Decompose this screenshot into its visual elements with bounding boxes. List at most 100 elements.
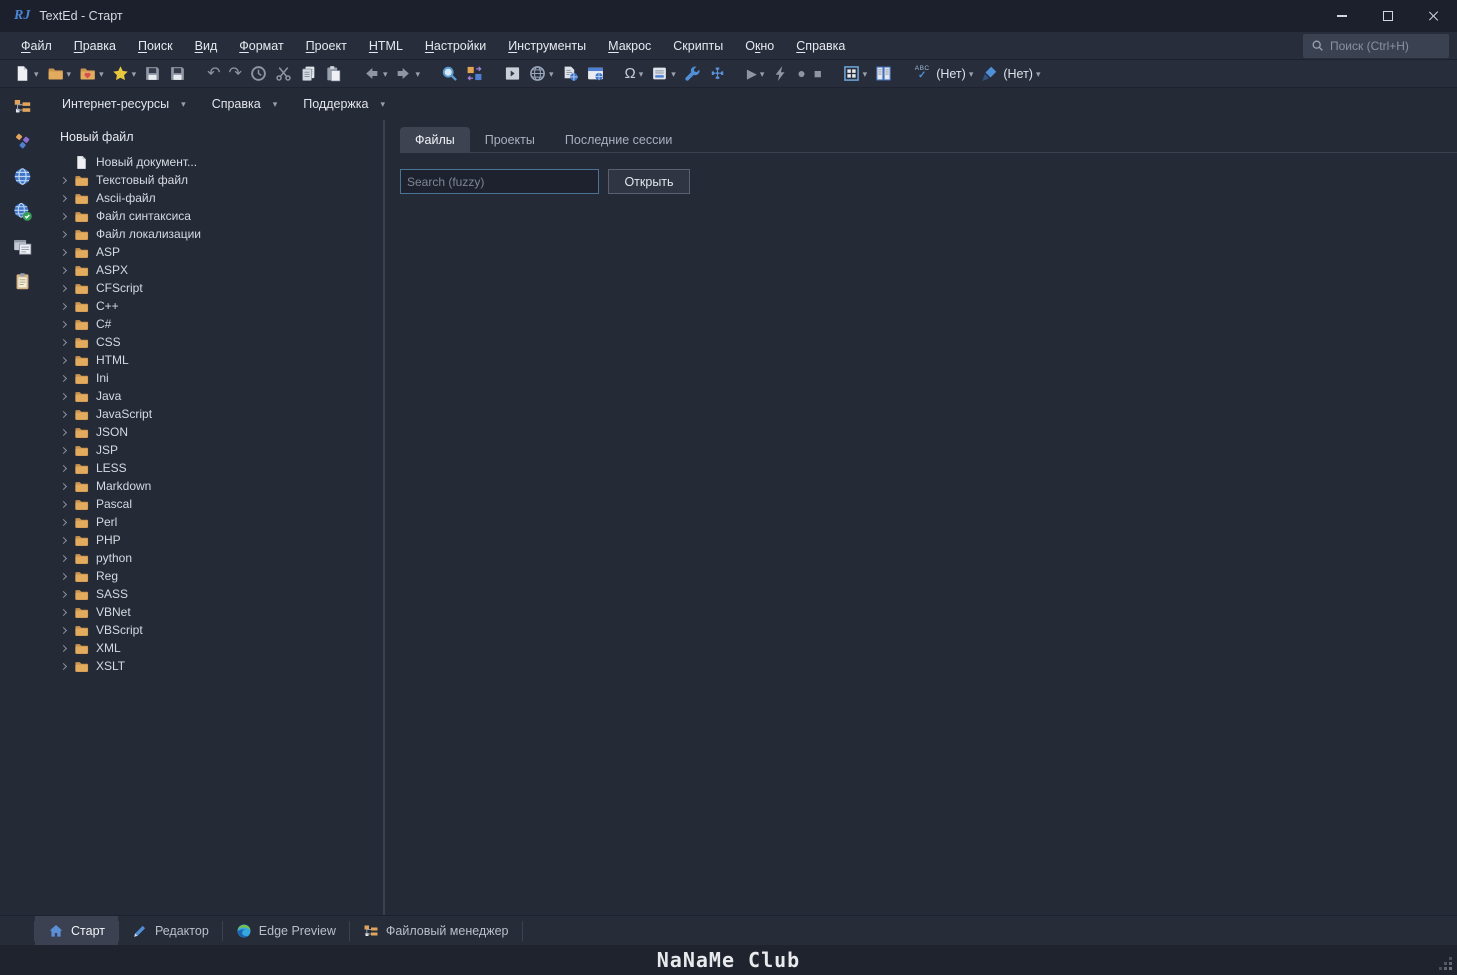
expander-icon[interactable] [56, 302, 71, 310]
history-button[interactable] [246, 62, 271, 86]
open-button[interactable]: Открыть [608, 169, 690, 194]
cut-button[interactable] [271, 62, 296, 86]
dropdown-caret-icon[interactable]: ▾ [760, 69, 765, 79]
plugins-button[interactable] [705, 62, 730, 86]
menu-tools[interactable]: Инструменты [497, 39, 597, 53]
open-favorite-button[interactable]: ▾ [75, 62, 108, 86]
expander-icon[interactable] [56, 338, 71, 346]
stop-macro-button[interactable]: ■ [810, 62, 826, 86]
quickbar-support[interactable]: Поддержка ▾ [290, 97, 398, 111]
menu-edit[interactable]: Правка [63, 39, 127, 53]
menu-project[interactable]: Проект [295, 39, 358, 53]
global-search-input[interactable] [1330, 38, 1441, 53]
tree-item[interactable]: LESS [45, 459, 383, 477]
copy-button[interactable] [296, 62, 321, 86]
dropdown-caret-icon[interactable]: ▾ [380, 99, 385, 109]
tree-item[interactable]: JSON [45, 423, 383, 441]
web-button[interactable] [12, 165, 34, 187]
resize-grip[interactable] [1438, 956, 1452, 970]
tree-item[interactable]: Pascal [45, 495, 383, 513]
expander-icon[interactable] [56, 392, 71, 400]
code-layout-button[interactable]: ▾ [647, 62, 680, 86]
favorites-button[interactable]: ▾ [108, 62, 141, 86]
layout-columns-button[interactable] [871, 62, 896, 86]
expander-icon[interactable] [56, 320, 71, 328]
quickbar-internet-resources[interactable]: Интернет-ресурсы ▾ [49, 97, 199, 111]
tree-item[interactable]: HTML [45, 351, 383, 369]
dropdown-caret-icon[interactable]: ▾ [67, 69, 72, 79]
dropdown-caret-icon[interactable]: ▾ [969, 69, 974, 79]
global-search-box[interactable] [1303, 33, 1449, 58]
tree-item[interactable]: Java [45, 387, 383, 405]
tree-item[interactable]: C# [45, 315, 383, 333]
tab-projects[interactable]: Проекты [470, 127, 550, 153]
expander-icon[interactable] [56, 464, 71, 472]
tree-item[interactable]: VBNet [45, 603, 383, 621]
expander-icon[interactable] [56, 194, 71, 202]
dropdown-caret-icon[interactable]: ▾ [671, 69, 676, 79]
save-button[interactable] [140, 62, 165, 86]
dropdown-caret-icon[interactable]: ▾ [383, 69, 388, 79]
expander-icon[interactable] [56, 518, 71, 526]
search-button[interactable] [437, 62, 462, 86]
tree-item[interactable]: Reg [45, 567, 383, 585]
expander-icon[interactable] [56, 608, 71, 616]
menu-view[interactable]: Вид [184, 39, 229, 53]
tab-files[interactable]: Файлы [400, 127, 470, 153]
tree-item[interactable]: ASP [45, 243, 383, 261]
spellcheck-button[interactable]: ABC ✓ (Нет) ▾ [909, 62, 977, 86]
window-preview-button[interactable] [583, 62, 608, 86]
menu-help[interactable]: Справка [785, 39, 856, 53]
view-tab-edge-preview[interactable]: Edge Preview [223, 916, 349, 946]
tree-item[interactable]: XSLT [45, 657, 383, 675]
tree-item[interactable]: Markdown [45, 477, 383, 495]
tree-item[interactable]: PHP [45, 531, 383, 549]
fuzzy-search-input[interactable] [400, 169, 599, 194]
dropdown-caret-icon[interactable]: ▾ [639, 69, 644, 79]
expander-icon[interactable] [56, 248, 71, 256]
redo-button[interactable]: ↷ [225, 62, 246, 86]
tree-item[interactable]: CFScript [45, 279, 383, 297]
expander-icon[interactable] [56, 662, 71, 670]
preview-button[interactable] [12, 235, 34, 257]
tools-button[interactable] [680, 62, 705, 86]
menu-format[interactable]: Формат [228, 39, 294, 53]
expander-icon[interactable] [56, 626, 71, 634]
expander-icon[interactable] [56, 446, 71, 454]
run-button[interactable]: ▶ ▾ [743, 62, 769, 86]
menu-scripts[interactable]: Скрипты [662, 39, 734, 53]
snippets-button[interactable] [12, 130, 34, 152]
view-tab-editor[interactable]: Редактор [119, 916, 222, 946]
navigate-back-button[interactable]: ▾ [359, 62, 392, 86]
paste-button[interactable] [321, 62, 346, 86]
expander-icon[interactable] [56, 410, 71, 418]
browser-preview-button[interactable]: ▾ [525, 62, 558, 86]
tree-item[interactable]: python [45, 549, 383, 567]
tree-item[interactable]: CSS [45, 333, 383, 351]
tree-item[interactable]: Текстовый файл [45, 171, 383, 189]
expander-icon[interactable] [56, 212, 71, 220]
tree-item[interactable]: JSP [45, 441, 383, 459]
tree-item[interactable]: SASS [45, 585, 383, 603]
web-check-button[interactable] [12, 200, 34, 222]
menu-html[interactable]: HTML [358, 39, 414, 53]
dropdown-caret-icon[interactable]: ▾ [863, 69, 868, 79]
expander-icon[interactable] [56, 230, 71, 238]
menu-macro[interactable]: Макрос [597, 39, 662, 53]
tree-item[interactable]: Ascii-файл [45, 189, 383, 207]
dropdown-caret-icon[interactable]: ▾ [549, 69, 554, 79]
dropdown-caret-icon[interactable]: ▾ [181, 99, 186, 109]
special-characters-button[interactable]: Ω ▾ [621, 62, 648, 86]
menu-window[interactable]: Окно [734, 39, 785, 53]
tree-item[interactable]: XML [45, 639, 383, 657]
clipboard-button[interactable] [12, 270, 34, 292]
tab-recent-sessions[interactable]: Последние сессии [550, 127, 687, 153]
tree-item[interactable]: C++ [45, 297, 383, 315]
expander-icon[interactable] [56, 266, 71, 274]
new-file-button[interactable]: ▾ [10, 62, 43, 86]
expander-icon[interactable] [56, 428, 71, 436]
tree-item[interactable]: Файл синтаксиса [45, 207, 383, 225]
open-file-button[interactable]: ▾ [43, 62, 76, 86]
expander-icon[interactable] [56, 590, 71, 598]
quickbar-help[interactable]: Справка ▾ [199, 97, 291, 111]
